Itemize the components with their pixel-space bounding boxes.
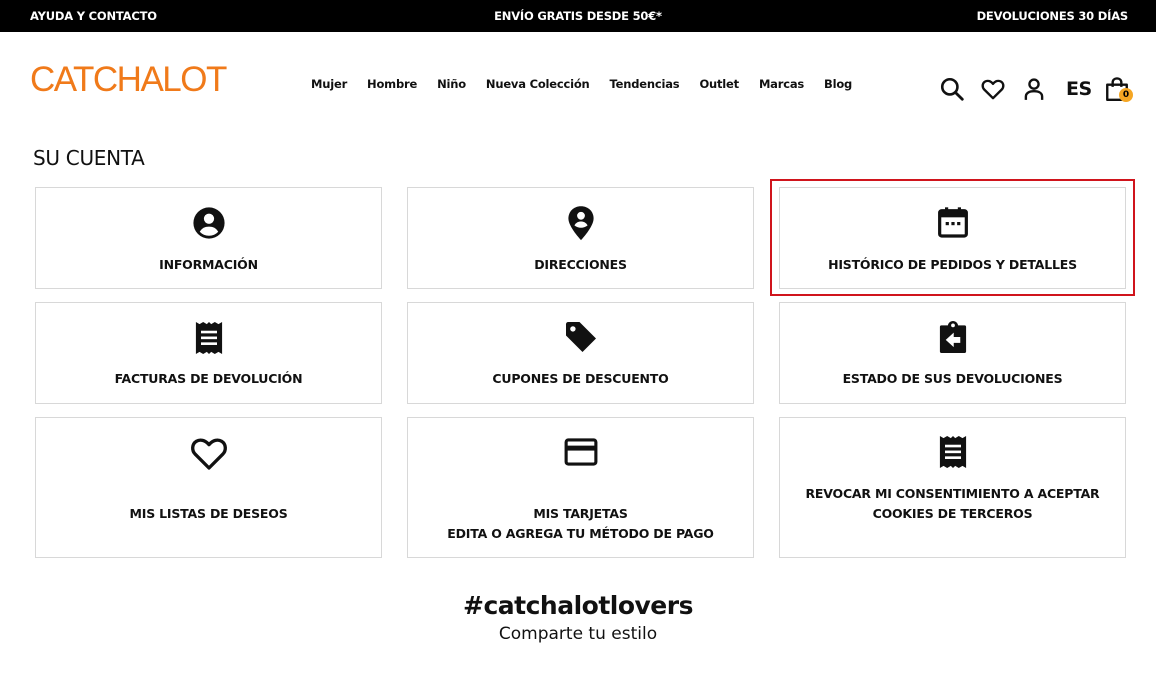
clipboard-return-icon xyxy=(939,321,966,353)
heart-icon[interactable] xyxy=(980,76,1006,102)
hashtag-heading: #catchalotlovers xyxy=(463,591,693,620)
tile-direcciones[interactable]: DIRECCIONES xyxy=(407,187,754,289)
brand-logo[interactable]: CATCHALOT xyxy=(30,62,227,98)
language-selector[interactable]: ES xyxy=(1066,78,1092,100)
nav-item-nueva-coleccion[interactable]: Nueva Colección xyxy=(486,77,590,91)
tag-icon xyxy=(565,322,596,352)
user-circle-icon xyxy=(192,207,225,239)
tile-label-line2: COOKIES DE TERCEROS xyxy=(872,506,1033,521)
tile-informacion[interactable]: INFORMACIÓN xyxy=(35,187,382,289)
tile-label: MIS LISTAS DE DESEOS xyxy=(129,506,288,521)
nav-item-nino[interactable]: Niño xyxy=(437,77,466,91)
nav-item-outlet[interactable]: Outlet xyxy=(699,77,739,91)
nav-item-blog[interactable]: Blog xyxy=(824,77,852,91)
tile-cupones-descuento[interactable]: CUPONES DE DESCUENTO xyxy=(407,302,754,404)
nav-item-tendencias[interactable]: Tendencias xyxy=(610,77,680,91)
receipt-icon xyxy=(195,322,222,354)
tile-mis-tarjetas[interactable]: MIS TARJETAS EDITA O AGREGA TU MÉTODO DE… xyxy=(407,417,754,558)
tile-label: ESTADO DE SUS DEVOLUCIONES xyxy=(842,371,1063,386)
tile-revocar-cookies[interactable]: REVOCAR MI CONSENTIMIENTO A ACEPTAR COOK… xyxy=(779,417,1126,558)
tile-estado-devoluciones[interactable]: ESTADO DE SUS DEVOLUCIONES xyxy=(779,302,1126,404)
tile-label: INFORMACIÓN xyxy=(159,257,258,272)
nav-item-marcas[interactable]: Marcas xyxy=(759,77,804,91)
heart-outline-icon xyxy=(190,438,227,470)
tile-label-line1: MIS TARJETAS xyxy=(533,506,628,521)
promo-bar: ENVÍO GRATIS DESDE 50€* AYUDA Y CONTACTO… xyxy=(0,0,1156,32)
share-subtitle: Comparte tu estilo xyxy=(498,624,658,644)
tile-label: FACTURAS DE DEVOLUCIÓN xyxy=(114,371,303,386)
nav-item-hombre[interactable]: Hombre xyxy=(367,77,417,91)
tile-label-line1: REVOCAR MI CONSENTIMIENTO A ACEPTAR xyxy=(805,486,1100,501)
tile-historico-pedidos[interactable]: HISTÓRICO DE PEDIDOS Y DETALLES xyxy=(779,187,1126,289)
main-nav: Mujer Hombre Niño Nueva Colección Tenden… xyxy=(311,77,872,91)
returns-link[interactable]: DEVOLUCIONES 30 DÍAS xyxy=(977,9,1129,23)
tile-facturas-devolucion[interactable]: FACTURAS DE DEVOLUCIÓN xyxy=(35,302,382,404)
cart-count-badge: 0 xyxy=(1119,88,1133,102)
credit-card-icon xyxy=(564,438,597,466)
calendar-icon xyxy=(937,207,968,238)
tile-label: CUPONES DE DESCUENTO xyxy=(492,371,669,386)
tile-listas-deseos[interactable]: MIS LISTAS DE DESEOS xyxy=(35,417,382,558)
tile-label: HISTÓRICO DE PEDIDOS Y DETALLES xyxy=(828,257,1077,272)
help-contact-link[interactable]: AYUDA Y CONTACTO xyxy=(30,9,157,23)
location-pin-icon xyxy=(567,206,594,241)
tile-label-line2: EDITA O AGREGA TU MÉTODO DE PAGO xyxy=(447,526,714,541)
page-title: SU CUENTA xyxy=(33,146,145,170)
user-icon[interactable] xyxy=(1021,76,1047,102)
tile-label: DIRECCIONES xyxy=(534,257,627,272)
nav-item-mujer[interactable]: Mujer xyxy=(311,77,347,91)
receipt-icon xyxy=(939,436,966,468)
search-icon[interactable] xyxy=(939,76,965,102)
